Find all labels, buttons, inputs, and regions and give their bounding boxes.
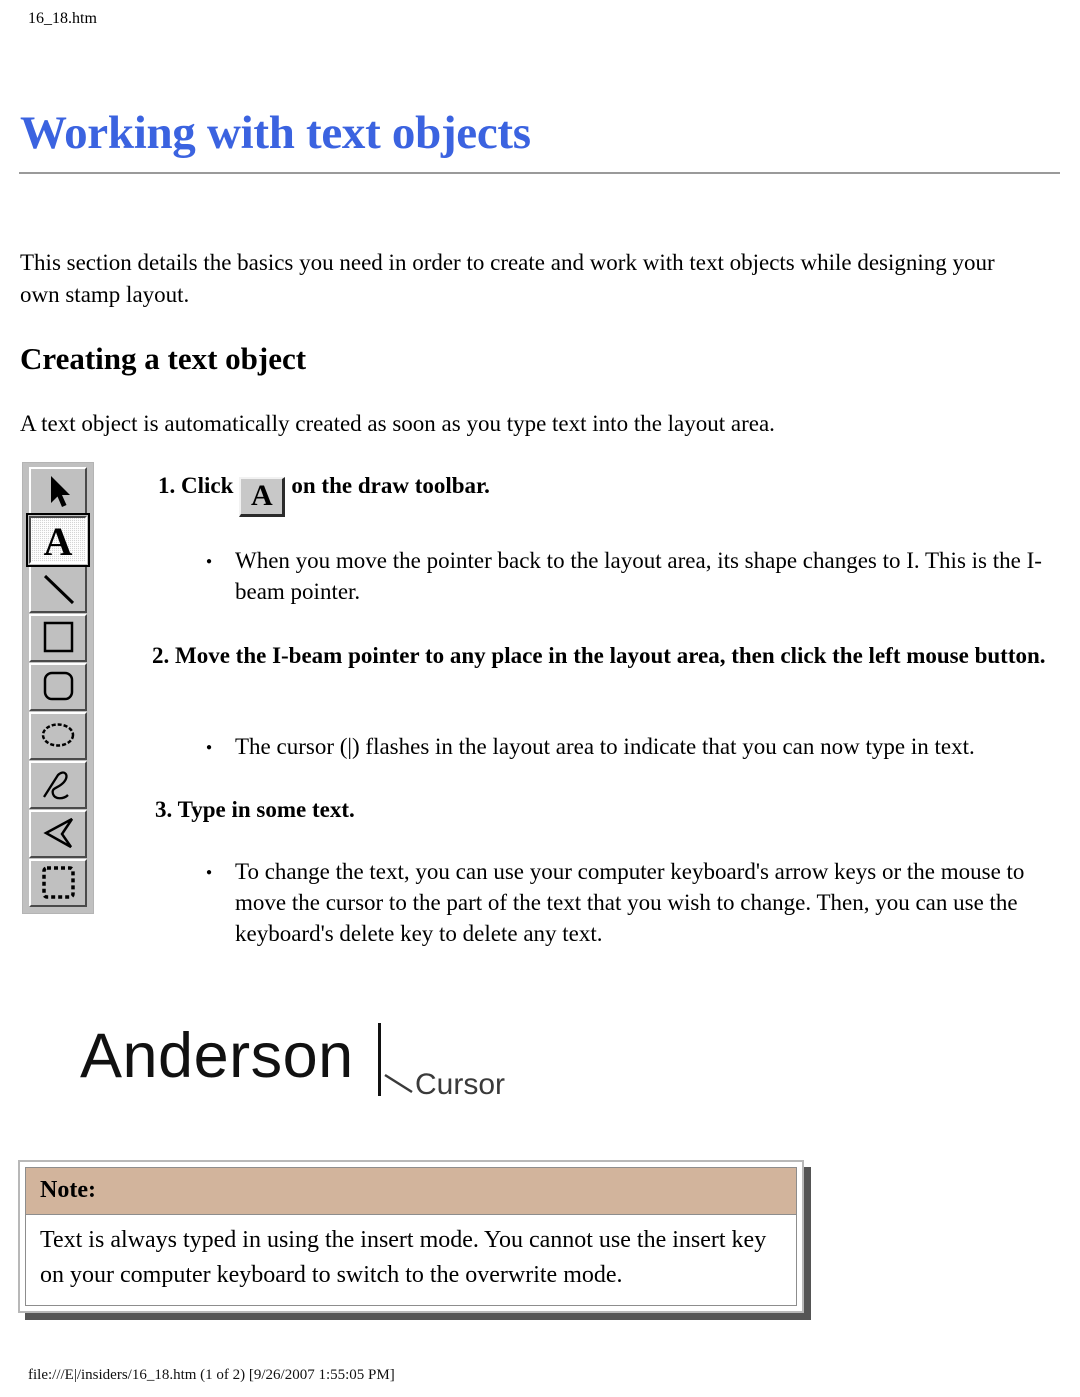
step-1: 1. Click Aon the draw toolbar. — [158, 470, 1038, 517]
anderson-cursor-figure: Anderson Cursor — [80, 1015, 550, 1120]
toolbar-button-pointer[interactable] — [29, 467, 87, 515]
step-2-number: 2. — [152, 643, 170, 668]
bullet-item-1: When you move the pointer back to the la… — [206, 545, 1055, 607]
bullet-item-2: The cursor (|) flashes in the layout are… — [206, 731, 1055, 763]
section-heading: Creating a text object — [20, 340, 307, 376]
step-1-text-before: Click — [181, 473, 234, 498]
toolbar-button-freehand[interactable] — [29, 761, 87, 809]
page-title: Working with text objects — [20, 107, 531, 160]
note-box: Note: Text is always typed in using the … — [18, 1160, 804, 1313]
toolbar-button-text[interactable]: A — [26, 513, 90, 567]
toolbar-button-ellipse[interactable] — [29, 712, 87, 760]
intro-paragraph: This section details the basics you need… — [20, 250, 995, 307]
step-1-text-after: on the draw toolbar. — [291, 473, 490, 498]
step-2-text: Move the I-beam pointer to any place in … — [175, 643, 1046, 668]
draw-toolbar: A — [22, 462, 94, 914]
text-tool-inline-button[interactable]: A — [239, 477, 286, 517]
cursor-callout-label: Cursor — [415, 1068, 506, 1101]
note-body: Text is always typed in using the insert… — [25, 1215, 797, 1306]
step-2: 2. Move the I-beam pointer to any place … — [152, 640, 1052, 671]
bullet-item-3: To change the text, you can use your com… — [206, 856, 1060, 949]
step-3-number: 3. — [155, 797, 173, 822]
toolbar-button-select-region[interactable] — [29, 859, 87, 907]
page-footer-path: file:///E|/insiders/16_18.htm (1 of 2) [… — [28, 1367, 395, 1383]
file-name-tab: 16_18.htm — [28, 10, 97, 27]
toolbar-button-polygon[interactable] — [29, 810, 87, 858]
toolbar-button-line[interactable] — [29, 565, 87, 613]
toolbar-button-rounded-rectangle[interactable] — [29, 663, 87, 711]
step-1-number: 1. — [158, 473, 176, 498]
step-3-text: Type in some text. — [177, 797, 355, 822]
horizontal-rule-divider — [19, 172, 1060, 175]
auto-create-paragraph: A text object is automatically created a… — [20, 411, 775, 436]
svg-text:A: A — [44, 519, 73, 562]
step-3: 3. Type in some text. — [155, 794, 1035, 825]
toolbar-button-rectangle[interactable] — [29, 614, 87, 662]
note-heading: Note: — [25, 1167, 797, 1215]
